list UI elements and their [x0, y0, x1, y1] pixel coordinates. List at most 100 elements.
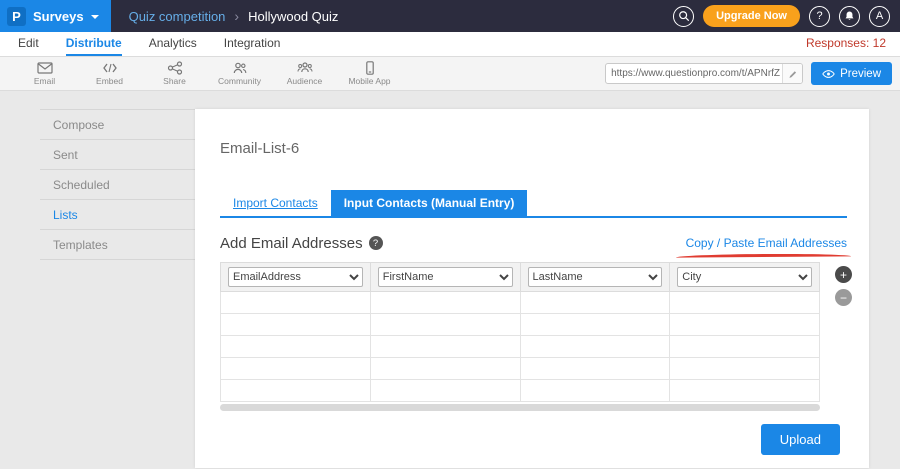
- contact-cell[interactable]: [221, 358, 371, 380]
- distribute-toolbar: Email Embed Share Community Audience Mob…: [0, 57, 900, 91]
- contact-cell[interactable]: [520, 358, 670, 380]
- tab-distribute[interactable]: Distribute: [66, 36, 122, 56]
- help-button[interactable]: ?: [809, 6, 830, 27]
- sidebar-item-templates[interactable]: Templates: [40, 230, 195, 260]
- survey-navbar: Edit Distribute Analytics Integration Re…: [0, 32, 900, 57]
- avatar[interactable]: A: [869, 6, 890, 27]
- tool-label: Email: [34, 76, 55, 86]
- edit-url-button[interactable]: [782, 64, 802, 83]
- table-row: [221, 314, 820, 336]
- breadcrumb: Quiz competition › Hollywood Quiz: [129, 8, 339, 24]
- contact-cell[interactable]: [221, 314, 371, 336]
- column-select-email[interactable]: EmailAddress: [228, 267, 363, 287]
- contact-cell[interactable]: [520, 380, 670, 402]
- pencil-icon: [788, 69, 798, 79]
- table-row: [221, 380, 820, 402]
- responses-count[interactable]: Responses: 12: [806, 36, 886, 56]
- questionpro-logo: P: [7, 7, 26, 26]
- tool-label: Share: [163, 76, 186, 86]
- column-select-firstname[interactable]: FirstName: [378, 267, 513, 287]
- tool-label: Community: [218, 76, 261, 86]
- contacts-table-area: EmailAddress FirstName LastName City: [220, 262, 847, 411]
- column-select-lastname[interactable]: LastName: [528, 267, 663, 287]
- eye-icon: [822, 69, 835, 79]
- survey-url-box: https://www.questionpro.com/t/APNrfZ: [605, 63, 803, 84]
- contact-cell[interactable]: [370, 336, 520, 358]
- tab-input-contacts-manual[interactable]: Input Contacts (Manual Entry): [331, 190, 528, 216]
- table-row: [221, 292, 820, 314]
- help-icon[interactable]: ?: [369, 236, 383, 250]
- tab-edit[interactable]: Edit: [18, 36, 39, 56]
- contact-cell[interactable]: [370, 358, 520, 380]
- contact-cell[interactable]: [670, 336, 820, 358]
- contact-cell[interactable]: [520, 336, 670, 358]
- tool-embed[interactable]: Embed: [77, 61, 142, 86]
- table-scrollbar[interactable]: [220, 404, 820, 411]
- contact-cell[interactable]: [520, 314, 670, 336]
- tool-community[interactable]: Community: [207, 61, 272, 86]
- breadcrumb-separator: ›: [234, 8, 239, 24]
- contact-cell[interactable]: [670, 292, 820, 314]
- lists-panel: Email-List-6 Import Contacts Input Conta…: [195, 109, 869, 468]
- product-name: Surveys: [33, 9, 84, 24]
- tab-integration[interactable]: Integration: [224, 36, 281, 56]
- embed-icon: [102, 61, 118, 75]
- toolbar-right: https://www.questionpro.com/t/APNrfZ Pre…: [605, 62, 900, 85]
- chevron-down-icon: [91, 15, 99, 19]
- topbar-actions: Upgrade Now ? A: [673, 5, 900, 27]
- tool-mobile-app[interactable]: Mobile App: [337, 61, 402, 86]
- breadcrumb-survey-link[interactable]: Quiz competition: [129, 9, 226, 24]
- email-icon: [37, 61, 53, 75]
- tab-analytics[interactable]: Analytics: [149, 36, 197, 56]
- sidebar-item-sent[interactable]: Sent: [40, 140, 195, 170]
- contacts-tabs: Import Contacts Input Contacts (Manual E…: [220, 190, 847, 218]
- survey-url[interactable]: https://www.questionpro.com/t/APNrfZ: [606, 68, 782, 79]
- tool-audience[interactable]: Audience: [272, 61, 337, 86]
- contact-cell[interactable]: [370, 380, 520, 402]
- upload-button[interactable]: Upload: [761, 424, 840, 455]
- sidebar-item-scheduled[interactable]: Scheduled: [40, 170, 195, 200]
- tab-import-contacts[interactable]: Import Contacts: [220, 190, 331, 216]
- community-icon: [232, 61, 248, 75]
- content-area: Compose Sent Scheduled Lists Templates E…: [0, 91, 900, 468]
- copy-paste-wrap: Copy / Paste Email Addresses: [686, 234, 847, 252]
- email-sidebar: Compose Sent Scheduled Lists Templates: [40, 109, 195, 260]
- sidebar-item-lists[interactable]: Lists: [40, 200, 195, 230]
- contact-cell[interactable]: [370, 314, 520, 336]
- tool-email[interactable]: Email: [12, 61, 77, 86]
- tool-label: Embed: [96, 76, 123, 86]
- upgrade-button[interactable]: Upgrade Now: [703, 5, 800, 27]
- preview-label: Preview: [840, 68, 881, 80]
- contact-cell[interactable]: [221, 336, 371, 358]
- contacts-table: EmailAddress FirstName LastName City: [220, 262, 820, 402]
- contact-cell[interactable]: [221, 292, 371, 314]
- preview-button[interactable]: Preview: [811, 62, 892, 85]
- table-row: [221, 336, 820, 358]
- surveys-menu[interactable]: P Surveys: [0, 0, 111, 32]
- contact-cell[interactable]: [670, 358, 820, 380]
- topbar: P Surveys Quiz competition › Hollywood Q…: [0, 0, 900, 32]
- section-title: Add Email Addresses: [220, 235, 363, 252]
- contact-cell[interactable]: [221, 380, 371, 402]
- contact-cell[interactable]: [370, 292, 520, 314]
- contact-cell[interactable]: [670, 314, 820, 336]
- annotation-underline: [676, 253, 851, 257]
- search-button[interactable]: [673, 6, 694, 27]
- table-row: [221, 358, 820, 380]
- bell-icon: [844, 10, 855, 22]
- row-controls: + −: [835, 262, 852, 306]
- add-column-button[interactable]: +: [835, 266, 852, 283]
- column-select-city[interactable]: City: [677, 267, 812, 287]
- tool-share[interactable]: Share: [142, 61, 207, 86]
- remove-column-button[interactable]: −: [835, 289, 852, 306]
- mobile-app-icon: [362, 61, 378, 75]
- section-header: Add Email Addresses ? Copy / Paste Email…: [220, 234, 847, 252]
- notifications-button[interactable]: [839, 6, 860, 27]
- audience-icon: [297, 61, 313, 75]
- search-icon: [678, 10, 690, 22]
- contact-cell[interactable]: [670, 380, 820, 402]
- contact-cell[interactable]: [520, 292, 670, 314]
- copy-paste-link[interactable]: Copy / Paste Email Addresses: [686, 236, 847, 250]
- sidebar-item-compose[interactable]: Compose: [40, 110, 195, 140]
- share-icon: [167, 61, 183, 75]
